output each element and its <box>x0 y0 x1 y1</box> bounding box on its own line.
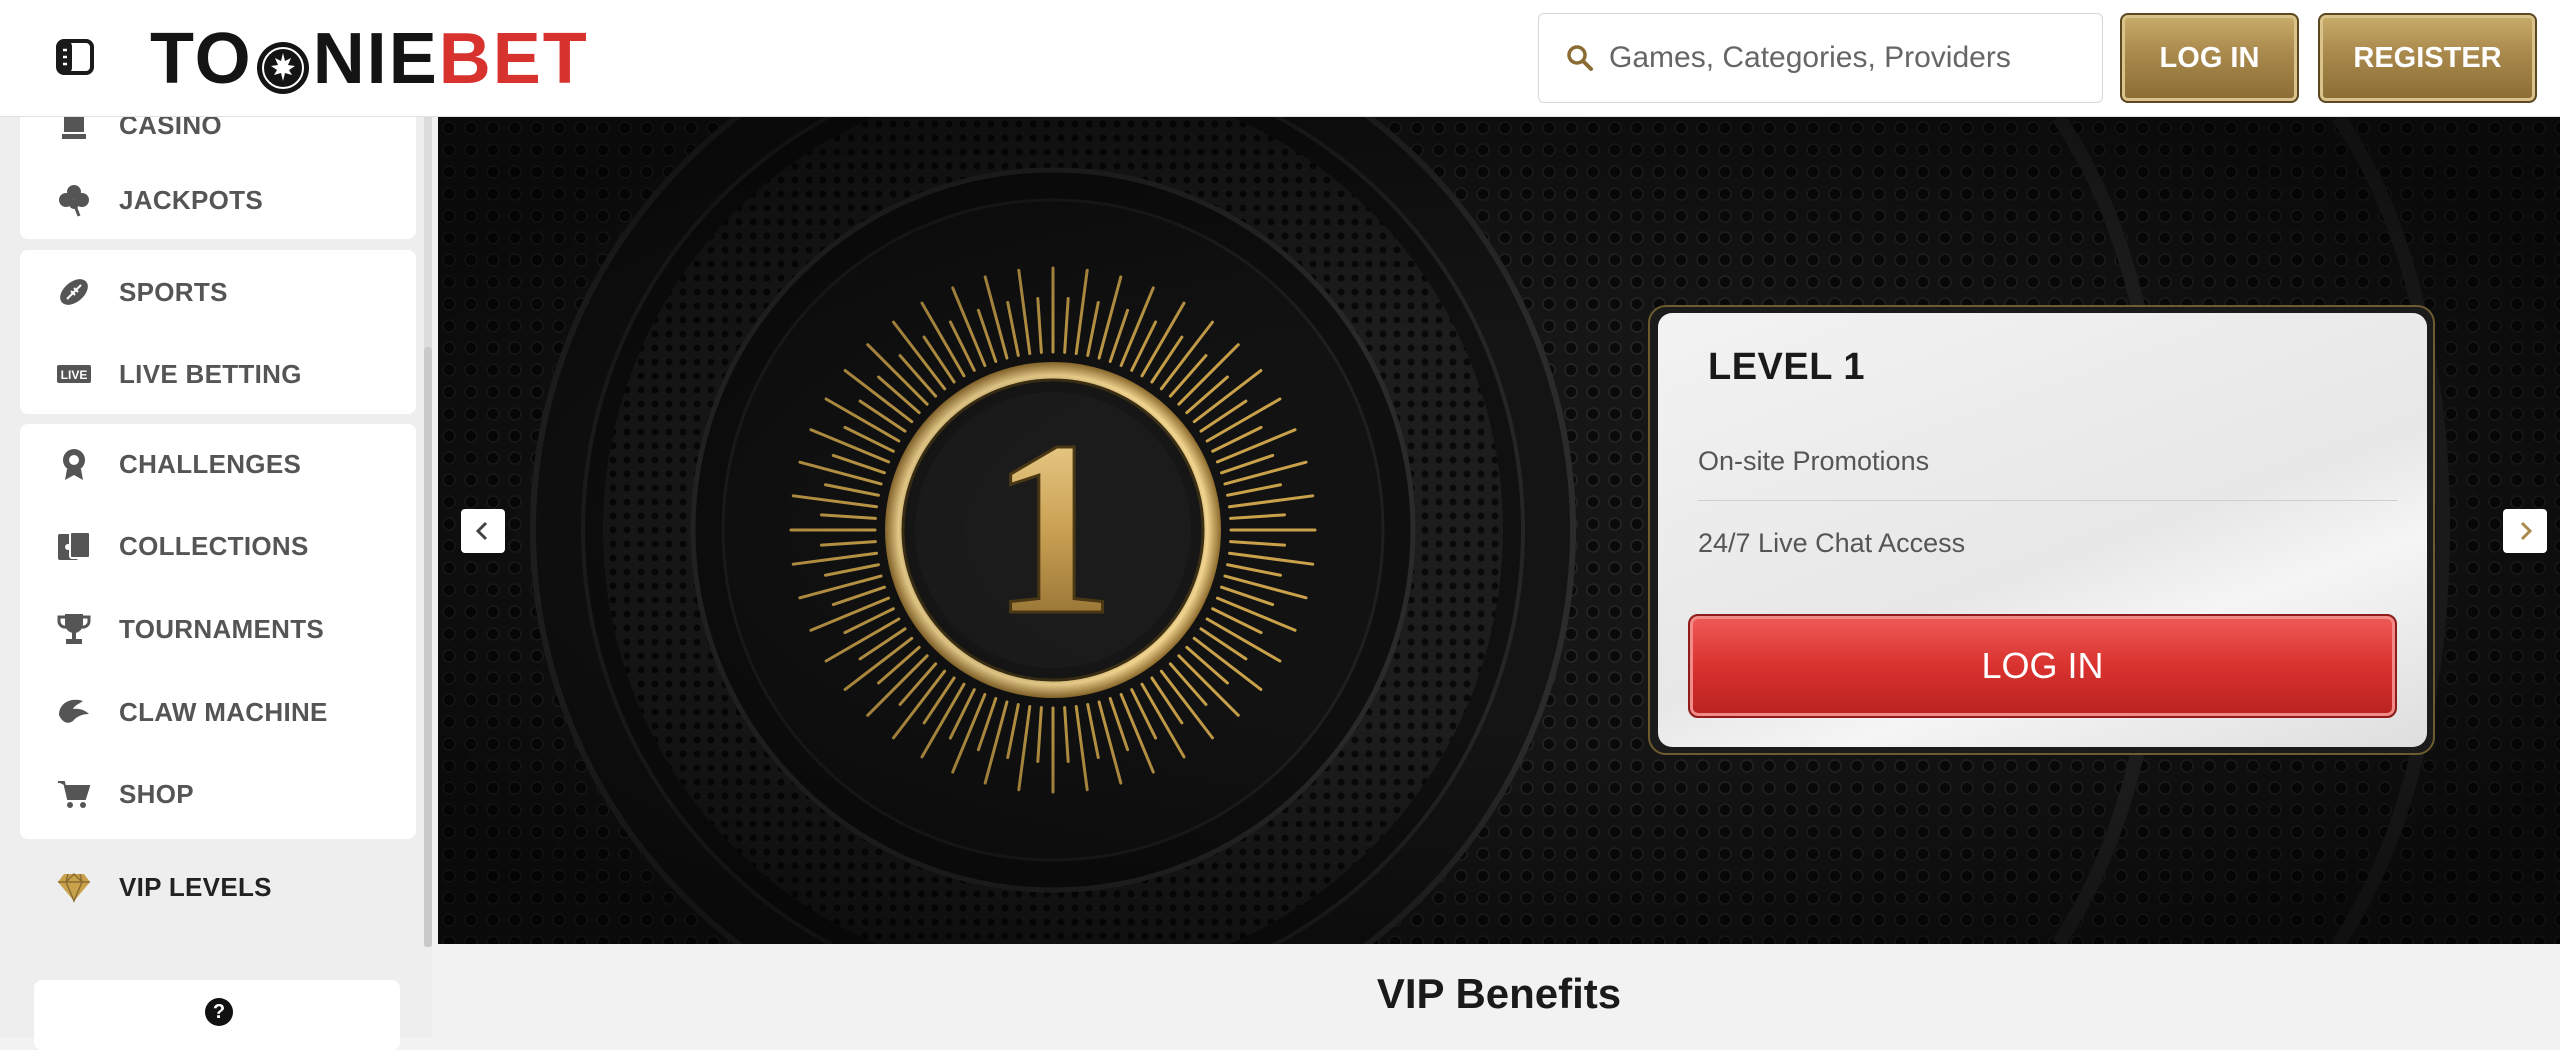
sidebar-item-label: CLAW MACHINE <box>119 696 328 727</box>
logo-text-prefix: TO <box>150 19 253 99</box>
sidebar-item-challenges[interactable]: CHALLENGES <box>20 424 416 504</box>
sidebar-toggle-icon[interactable] <box>55 38 95 76</box>
svg-text:LIVE: LIVE <box>61 368 88 382</box>
site-logo[interactable]: TO NIE BET <box>150 14 589 104</box>
sidebar-item-label: SHOP <box>119 778 194 809</box>
level-card-title: LEVEL 1 <box>1708 346 1865 388</box>
chevron-left-icon <box>475 521 488 541</box>
sidebar-item-label: JACKPOTS <box>119 184 263 215</box>
help-box[interactable]: ? <box>34 980 400 1050</box>
level-benefit: On-site Promotions <box>1698 446 1930 476</box>
sidebar-item-label: CHALLENGES <box>119 448 302 479</box>
nav-group-casino: CASINO JACKPOTS <box>20 97 416 239</box>
sidebar-item-label: COLLECTIONS <box>119 530 309 561</box>
question-icon: ? <box>205 998 233 1026</box>
top-header: TO NIE BET LOG IN REGISTER <box>0 0 2560 117</box>
register-button[interactable]: REGISTER <box>2318 13 2537 103</box>
carousel-next-button[interactable] <box>2503 509 2547 553</box>
sidebar-item-tournaments[interactable]: TOURNAMENTS <box>20 589 416 669</box>
search-icon <box>1567 45 1593 71</box>
sidebar: CASINO JACKPOTS SPORTS LIVE LIVE BETTING… <box>0 97 432 1050</box>
logo-text-middle: NIE <box>312 19 439 99</box>
section-title: VIP Benefits <box>1376 970 1622 1017</box>
sidebar-item-live-betting[interactable]: LIVE LIVE BETTING <box>20 334 416 414</box>
divider <box>1698 500 2398 501</box>
sidebar-item-label: LIVE BETTING <box>119 358 302 389</box>
sidebar-item-sports[interactable]: SPORTS <box>20 252 416 332</box>
medal-icon <box>56 446 92 482</box>
nav-group-extras: CHALLENGES COLLECTIONS TOURNAMENTS CLAW … <box>20 424 416 839</box>
cards-icon <box>56 528 92 564</box>
level-benefit: 24/7 Live Chat Access <box>1698 528 1966 558</box>
sidebar-item-label: VIP LEVELS <box>119 871 272 902</box>
claw-icon <box>56 694 92 730</box>
cart-icon <box>56 776 92 812</box>
carousel-prev-button[interactable] <box>461 509 505 553</box>
football-icon <box>56 274 92 310</box>
sidebar-item-label: SPORTS <box>119 276 228 307</box>
clover-icon <box>56 182 92 218</box>
level-login-button[interactable]: LOG IN <box>1688 614 2397 718</box>
header-login-button[interactable]: LOG IN <box>2120 13 2299 103</box>
search-box[interactable] <box>1538 13 2103 103</box>
loonie-coin-icon <box>255 31 311 94</box>
trophy-icon <box>56 611 92 647</box>
sidebar-item-label: TOURNAMENTS <box>119 613 325 644</box>
live-icon: LIVE <box>56 356 92 392</box>
chevron-right-icon <box>2520 521 2533 541</box>
sidebar-scrollbar-thumb[interactable] <box>424 347 432 947</box>
sidebar-item-jackpots[interactable]: JACKPOTS <box>20 160 416 240</box>
nav-group-sports: SPORTS LIVE LIVE BETTING <box>20 250 416 414</box>
diamond-icon <box>56 869 92 905</box>
sidebar-item-collections[interactable]: COLLECTIONS <box>20 506 416 586</box>
search-input[interactable] <box>1609 41 2079 75</box>
sidebar-item-shop[interactable]: SHOP <box>20 754 416 834</box>
sidebar-scrollbar[interactable] <box>424 117 432 947</box>
sidebar-item-claw-machine[interactable]: CLAW MACHINE <box>20 672 416 752</box>
sidebar-item-vip-levels[interactable]: VIP LEVELS <box>20 847 416 927</box>
logo-text-suffix: BET <box>438 19 589 99</box>
